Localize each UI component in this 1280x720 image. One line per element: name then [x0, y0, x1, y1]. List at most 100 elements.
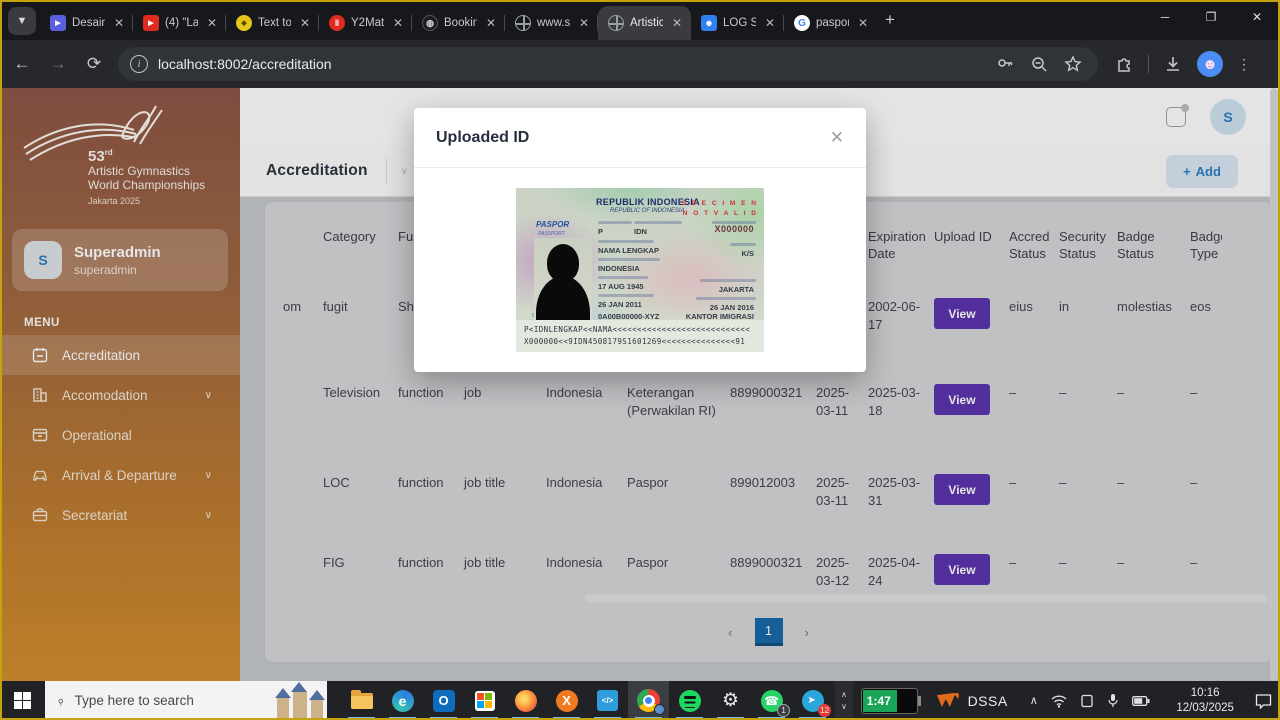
vertical-scrollbar[interactable]: [1270, 88, 1278, 681]
tab-label: Text to S: [258, 17, 291, 29]
taskbar-search-input[interactable]: ⌕ Type here to search: [45, 681, 327, 720]
tab-close-icon[interactable]: ✕: [576, 15, 592, 31]
passport-doc-label: PASPOR: [536, 220, 569, 229]
passport-photo-silhouette: [534, 238, 592, 322]
tab-close-icon[interactable]: ✕: [297, 15, 313, 31]
zoom-icon[interactable]: [1030, 55, 1048, 73]
close-window-button[interactable]: ✕: [1234, 0, 1280, 34]
device-icon[interactable]: [1080, 694, 1094, 708]
globe-tab-icon: [608, 15, 624, 31]
action-center-icon[interactable]: [1247, 693, 1280, 709]
tab-search-button[interactable]: ▼: [8, 7, 36, 35]
view-id-button[interactable]: View: [934, 384, 990, 415]
sidebar-item-label: Operational: [62, 428, 132, 443]
tab-close-icon[interactable]: ✕: [204, 15, 220, 31]
horizontal-scrollbar[interactable]: [585, 594, 1268, 603]
tab-close-icon[interactable]: ✕: [855, 15, 871, 31]
password-key-icon[interactable]: [996, 55, 1014, 73]
header-avatar[interactable]: S: [1210, 99, 1246, 135]
tab-artistic-active[interactable]: Artistic ✕: [598, 6, 691, 40]
tab-close-icon[interactable]: ✕: [669, 15, 685, 31]
tab-label: Booking: [444, 17, 477, 29]
browser-menu-icon[interactable]: ⋮: [1237, 56, 1251, 73]
extensions-icon[interactable]: [1114, 54, 1134, 74]
col-name: [283, 202, 323, 274]
battery-icon[interactable]: [1132, 695, 1150, 707]
tab-www-so[interactable]: www.so ✕: [505, 6, 598, 40]
settings-gear-icon[interactable]: ⚙: [710, 681, 751, 720]
xampp-icon[interactable]: X: [546, 681, 587, 720]
tab-close-icon[interactable]: ✕: [483, 15, 499, 31]
bookmark-star-icon[interactable]: [1064, 55, 1082, 73]
tab-y2mate[interactable]: Y2Mate ✕: [319, 6, 412, 40]
taskbar-scroll-arrows[interactable]: ∧∨: [835, 681, 853, 720]
site-info-icon[interactable]: i: [130, 55, 148, 73]
tab-text-to-speech[interactable]: Text to S ✕: [226, 6, 319, 40]
col-category: Category: [323, 202, 398, 274]
pagination: ‹ 1 ›: [265, 618, 1272, 646]
modal-close-icon[interactable]: ✕: [830, 128, 844, 148]
sidebar-item-arrival-departure[interactable]: Arrival & Departure ∨: [0, 455, 240, 495]
modal-title: Uploaded ID: [436, 129, 529, 147]
logo-line1: Artistic Gymnastics: [88, 164, 205, 178]
firefox-icon[interactable]: [505, 681, 546, 720]
user-card[interactable]: S Superadmin superadmin: [12, 229, 228, 291]
tab-close-icon[interactable]: ✕: [111, 15, 127, 31]
new-tab-button[interactable]: +: [885, 10, 895, 30]
outlook-icon[interactable]: O: [423, 681, 464, 720]
url-text[interactable]: localhost:8002/accreditation: [158, 56, 996, 72]
file-explorer-icon[interactable]: [341, 681, 382, 720]
tab-paspor[interactable]: paspor ✕: [784, 6, 877, 40]
tab-booking[interactable]: Booking ✕: [412, 6, 505, 40]
sidebar-item-label: Accreditation: [62, 348, 140, 363]
tab-label: LOG SY: [723, 17, 756, 29]
start-button[interactable]: [0, 681, 45, 720]
tab-close-icon[interactable]: ✕: [390, 15, 406, 31]
battery-timer-widget[interactable]: 1:47: [861, 688, 918, 714]
sidebar-item-label: Arrival & Departure: [62, 468, 177, 483]
notification-icon[interactable]: [1166, 107, 1186, 127]
tab-youtube[interactable]: (4) "Lask ✕: [133, 6, 226, 40]
tab-log-system[interactable]: LOG SY ✕: [691, 6, 784, 40]
view-id-button[interactable]: View: [934, 474, 990, 505]
microsoft-store-icon[interactable]: [464, 681, 505, 720]
browser-profile-avatar[interactable]: [1197, 51, 1223, 77]
col-badge-type: Badge Type: [1190, 202, 1250, 274]
reload-icon[interactable]: ⟳: [80, 50, 108, 78]
spotify-icon[interactable]: [669, 681, 710, 720]
sidebar-item-secretariat[interactable]: Secretariat ∨: [0, 495, 240, 535]
edge-icon[interactable]: e: [382, 681, 423, 720]
download-icon[interactable]: [1163, 54, 1183, 74]
passport-name: NAMA LENGKAP: [598, 246, 659, 255]
view-id-button[interactable]: View: [934, 554, 990, 585]
table-row[interactable]: LOC function job title Indonesia Paspor …: [283, 450, 1250, 530]
sidebar-item-accomodation[interactable]: Accomodation ∨: [0, 375, 240, 415]
window-controls: ─ ❐ ✕: [1142, 0, 1280, 34]
taskbar-clock[interactable]: 10:16 12/03/2025: [1166, 686, 1245, 716]
add-button[interactable]: + Add: [1166, 155, 1238, 188]
wifi-icon[interactable]: [1051, 694, 1067, 708]
whatsapp-icon[interactable]: ☎1: [751, 681, 792, 720]
table-row[interactable]: Television function job Indonesia Ketera…: [283, 360, 1250, 450]
view-id-button[interactable]: View: [934, 298, 990, 329]
vscode-icon[interactable]: </>: [587, 681, 628, 720]
maximize-button[interactable]: ❐: [1188, 0, 1234, 34]
sidebar-item-operational[interactable]: Operational: [0, 415, 240, 455]
tab-desain[interactable]: Desain t ✕: [40, 6, 133, 40]
sidebar-item-accreditation[interactable]: Accreditation: [0, 335, 240, 375]
prev-page-icon[interactable]: ‹: [728, 625, 732, 640]
passport-gender: K/S: [741, 249, 754, 258]
back-icon[interactable]: ←: [8, 50, 36, 78]
page-number[interactable]: 1: [755, 618, 783, 646]
tab-close-icon[interactable]: ✕: [762, 15, 778, 31]
microphone-icon[interactable]: [1107, 693, 1119, 708]
next-page-icon[interactable]: ›: [805, 625, 809, 640]
forward-icon[interactable]: →: [44, 50, 72, 78]
col-accred-status: Accred Status: [1009, 202, 1059, 274]
search-icon: ⌕: [53, 692, 69, 708]
chrome-icon[interactable]: [628, 681, 669, 720]
minimize-button[interactable]: ─: [1142, 0, 1188, 34]
hidden-icons-chevron-icon[interactable]: ∧: [1030, 694, 1038, 707]
address-bar[interactable]: i localhost:8002/accreditation: [118, 47, 1098, 81]
telegram-icon[interactable]: ➤12: [792, 681, 833, 720]
